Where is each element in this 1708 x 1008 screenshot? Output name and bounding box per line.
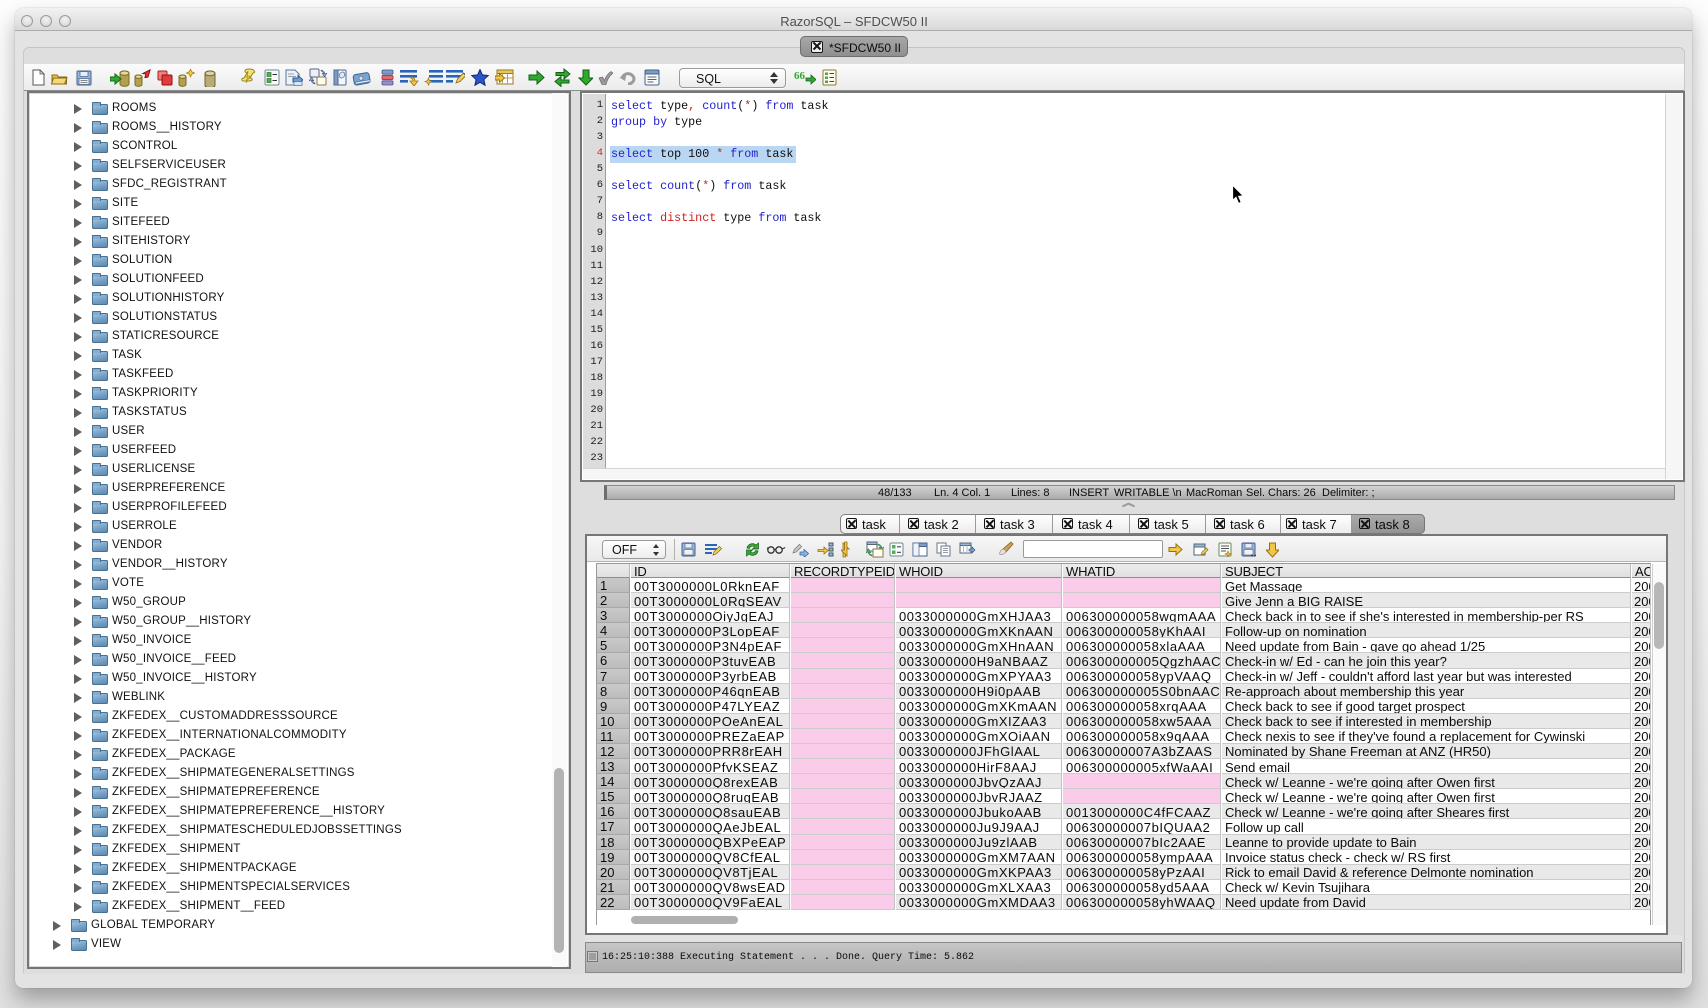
svg-text:66: 66	[794, 70, 806, 82]
